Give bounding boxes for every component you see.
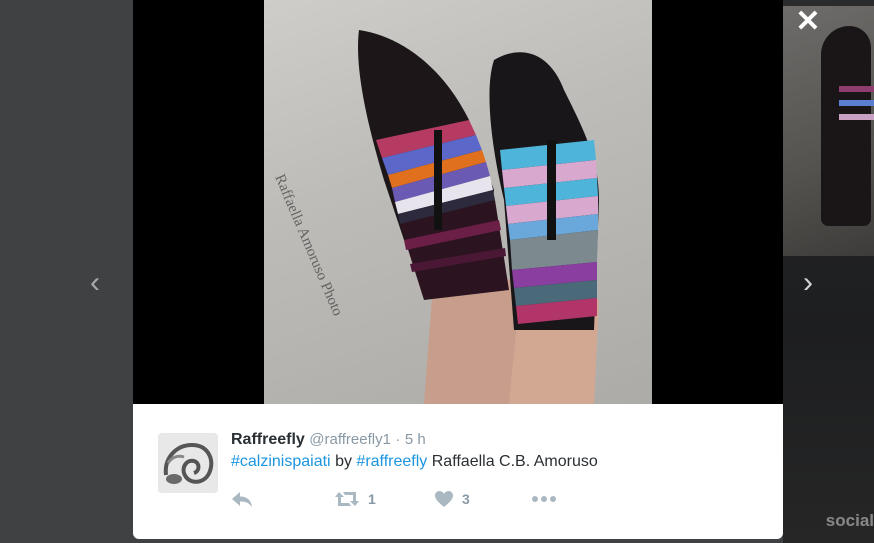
corner-watermark: social: [825, 511, 874, 530]
tweet-text: #calzinispaiati by #raffreefly Raffaella…: [231, 453, 598, 471]
thumbnail-stripe: [839, 100, 874, 106]
photo-illustration: [358, 30, 599, 404]
tweet-text-tail: Raffaella C.B. Amoruso: [431, 453, 598, 470]
retweet-icon: [335, 492, 359, 506]
media-viewer: Raffaella Amoruso Photo: [133, 0, 783, 404]
retweet-button[interactable]: 1: [334, 488, 376, 510]
display-name[interactable]: Raffreefly: [231, 431, 305, 448]
tweet-text-by: by: [335, 453, 352, 470]
avatar[interactable]: [158, 433, 218, 493]
ram-horn-avatar-icon: [158, 433, 218, 493]
tweet-card: Raffreefly @raffreefly1 · 5 h #calzinisp…: [133, 404, 783, 539]
like-count: 3: [462, 491, 470, 507]
timestamp[interactable]: 5 h: [405, 431, 426, 448]
tweet-actions: 1 3: [231, 488, 591, 510]
next-media-thumbnail[interactable]: [783, 6, 874, 256]
thumbnail-shoe: [821, 26, 871, 226]
user-handle[interactable]: @raffreefly1: [309, 431, 391, 448]
reply-button[interactable]: [231, 488, 253, 510]
retweet-count: 1: [368, 491, 376, 507]
more-button[interactable]: [531, 488, 557, 510]
hashtag-link[interactable]: #calzinispaiati: [231, 453, 331, 470]
separator: ·: [395, 431, 401, 448]
previous-media-button[interactable]: ‹: [90, 268, 100, 298]
hashtag-link[interactable]: #raffreefly: [356, 453, 427, 470]
next-media-button[interactable]: ›: [803, 268, 813, 298]
close-button[interactable]: ✕: [792, 6, 824, 38]
media-photo: Raffaella Amoruso Photo: [264, 0, 652, 404]
thumbnail-stripe: [839, 86, 874, 92]
heart-icon: [435, 491, 453, 507]
tweet-header: Raffreefly @raffreefly1 · 5 h: [231, 431, 426, 449]
thumbnail-stripe: [839, 114, 874, 120]
reply-icon: [232, 492, 252, 507]
more-icon: [532, 496, 556, 502]
like-button[interactable]: 3: [434, 488, 470, 510]
